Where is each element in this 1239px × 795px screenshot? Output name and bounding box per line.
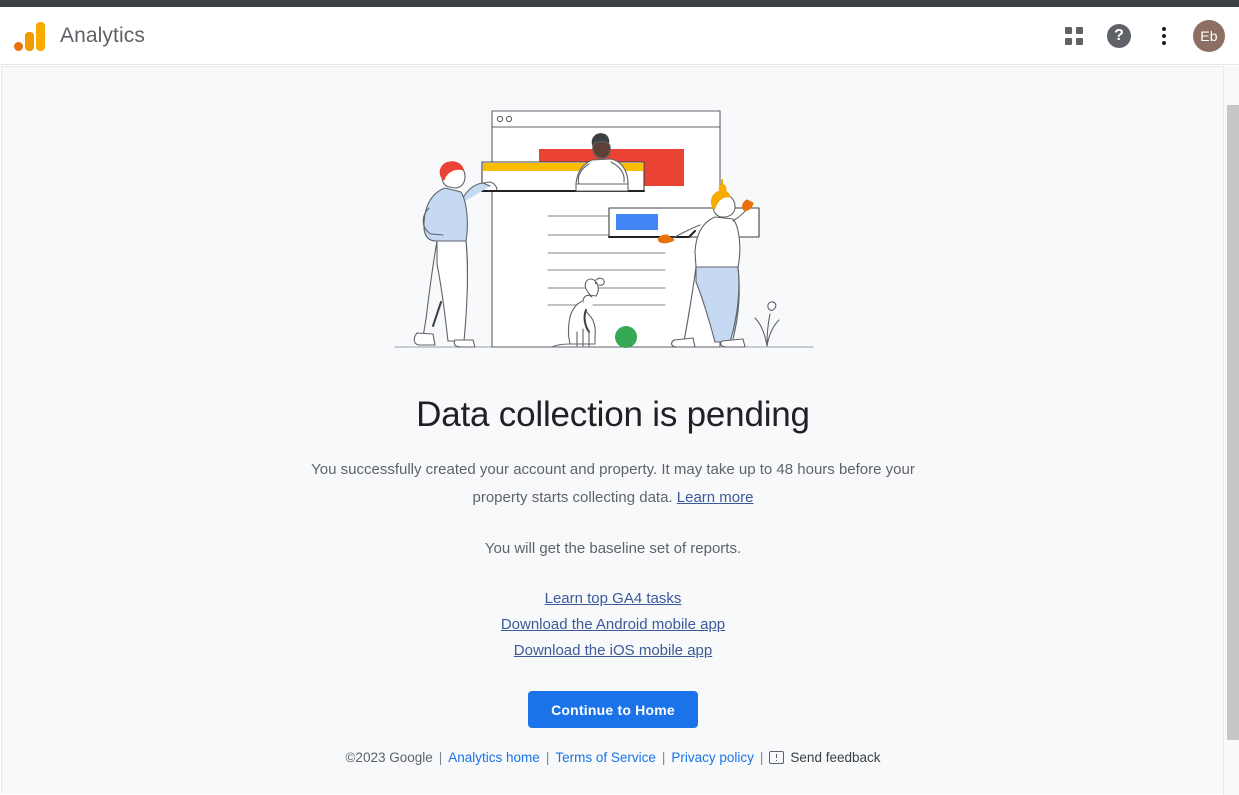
brand[interactable]: Analytics [14,21,145,51]
footer-separator-2: | [545,750,550,765]
center-column: Data collection is pending You successfu… [2,67,1224,765]
continue-to-home-button[interactable]: Continue to Home [528,691,698,728]
body-copy: You successfully created your account an… [283,456,943,512]
page-title: Data collection is pending [416,395,810,434]
browser-chrome-strip [0,0,1239,7]
send-feedback-button[interactable]: Send feedback [769,750,881,765]
content-area: Data collection is pending You successfu… [1,66,1238,794]
apps-grid-button[interactable] [1054,16,1094,56]
app-header: Analytics ? Eb [0,7,1239,65]
more-vert-icon [1162,26,1166,45]
footer-separator-4: | [759,750,764,765]
resource-links: Learn top GA4 tasks Download the Android… [501,590,725,659]
send-feedback-label: Send feedback [790,750,881,765]
learn-top-ga4-tasks-link[interactable]: Learn top GA4 tasks [545,590,682,607]
footer-separator-3: | [661,750,666,765]
avatar[interactable]: Eb [1193,19,1225,52]
download-ios-app-link[interactable]: Download the iOS mobile app [514,642,712,659]
learn-more-link[interactable]: Learn more [677,489,754,506]
more-options-button[interactable] [1144,16,1184,56]
vertical-scrollbar-thumb[interactable] [1227,105,1239,740]
help-button[interactable]: ? [1099,16,1139,56]
app-title: Analytics [60,23,145,47]
header-actions: ? Eb [1054,16,1225,56]
google-analytics-logo [14,21,46,51]
data-collection-pending-illustration [394,110,814,348]
analytics-home-link[interactable]: Analytics home [448,750,540,765]
body-copy-text: You successfully created your account an… [311,461,915,506]
apps-grid-icon [1065,26,1083,45]
terms-of-service-link[interactable]: Terms of Service [555,750,656,765]
copyright-text: ©2023 Google [345,750,433,765]
help-icon: ? [1107,23,1131,48]
feedback-icon [769,751,785,764]
baseline-copy: You will get the baseline set of reports… [484,540,742,557]
download-android-app-link[interactable]: Download the Android mobile app [501,616,725,633]
privacy-policy-link[interactable]: Privacy policy [671,750,754,765]
vertical-scrollbar-track[interactable] [1223,66,1239,795]
footer: ©2023 Google | Analytics home | Terms of… [345,750,880,765]
footer-separator-1: | [438,750,443,765]
